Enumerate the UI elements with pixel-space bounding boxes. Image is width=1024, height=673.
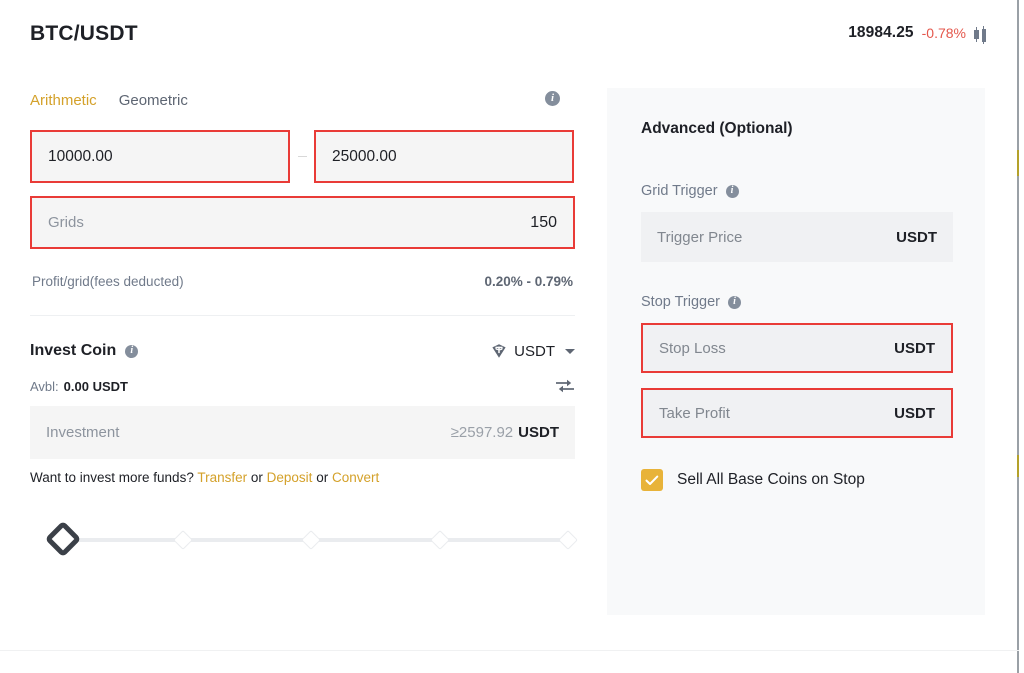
grid-mode-tabs: Arithmetic Geometric i [30,86,575,114]
range-separator [290,156,314,157]
grid-mode-info-icon[interactable]: i [545,91,560,106]
grid-trigger-label-row: Grid Trigger i [641,183,739,199]
upper-price-value: 25000.00 [332,147,397,165]
more-funds-text: Want to invest more funds? [30,470,194,485]
right-edge-rail [1017,0,1019,673]
slider-tick-75[interactable] [430,530,450,550]
lower-price-value: 10000.00 [48,147,113,165]
grids-input[interactable]: Grids 150 [30,196,575,249]
or-separator-1: or [250,470,263,485]
price-block: 18984.25 -0.78% [848,24,986,44]
sell-all-base-coins-row[interactable]: Sell All Base Coins on Stop [641,469,865,491]
bottom-divider [0,650,1019,651]
investment-slider[interactable] [30,520,578,558]
available-balance-row: Avbl: 0.00 USDT [30,378,575,394]
page-title: BTC/USDT [30,22,138,45]
investment-minimum: ≥2597.92 [450,424,514,441]
upper-price-input[interactable]: 25000.00 [314,130,574,183]
coin-select[interactable]: USDT [491,343,575,360]
profit-per-grid-value: 0.20% - 0.79% [484,274,573,289]
slider-tick-25[interactable] [173,530,193,550]
check-icon [645,475,659,485]
lower-price-input[interactable]: 10000.00 [30,130,290,183]
swap-icon[interactable] [555,378,575,394]
section-divider [30,315,575,316]
stop-loss-placeholder: Stop Loss [659,339,726,357]
grid-trading-panel: BTC/USDT 18984.25 -0.78% Arithmetic Geom… [0,0,1024,673]
stop-trigger-label-row: Stop Trigger i [641,294,741,310]
deposit-link[interactable]: Deposit [267,470,313,485]
last-price: 18984.25 [848,24,914,41]
investment-input[interactable]: Investment ≥2597.92 USDT [30,406,575,459]
available-label: Avbl: [30,378,59,394]
grid-trigger-info-icon[interactable]: i [725,184,739,198]
sell-all-checkbox[interactable] [641,469,663,491]
stop-trigger-info-icon[interactable]: i [728,295,741,309]
or-separator-2: or [316,470,329,485]
invest-coin-info-icon[interactable]: i [125,344,139,358]
take-profit-input[interactable]: Take Profit USDT [641,388,953,438]
take-profit-placeholder: Take Profit [659,404,730,422]
grid-trigger-label: Grid Trigger [641,183,718,199]
header: BTC/USDT 18984.25 -0.78% [0,0,1024,66]
advanced-panel: Advanced (Optional) Grid Trigger i Trigg… [607,88,985,615]
selected-coin: USDT [514,342,555,360]
investment-unit: USDT [518,424,559,441]
more-funds-row: Want to invest more funds? Transfer or D… [30,470,575,485]
tether-icon [492,344,506,358]
trigger-price-placeholder: Trigger Price [657,228,743,246]
candlestick-icon[interactable] [974,25,986,44]
price-range-row: 10000.00 25000.00 [30,130,575,183]
grids-value: 150 [530,213,557,231]
chevron-down-icon [565,348,575,354]
investment-placeholder: Investment [46,424,120,441]
invest-coin-header: Invest Coin i USDT [30,342,575,360]
tab-geometric[interactable]: Geometric [119,92,188,109]
stop-trigger-label: Stop Trigger [641,294,720,310]
stop-loss-input[interactable]: Stop Loss USDT [641,323,953,373]
profit-per-grid-row: Profit/grid(fees deducted) 0.20% - 0.79% [30,274,575,289]
right-edge-accent-top [1017,150,1019,176]
slider-tick-100[interactable] [558,530,578,550]
tab-arithmetic[interactable]: Arithmetic [30,92,97,109]
available-value: 0.00 USDT [63,378,128,394]
slider-tick-50[interactable] [301,530,321,550]
take-profit-unit: USDT [894,404,935,422]
grids-placeholder: Grids [48,214,84,231]
trigger-price-unit: USDT [896,228,937,246]
invest-coin-title: Invest Coin [30,342,117,359]
stop-loss-unit: USDT [894,339,935,357]
trigger-price-input[interactable]: Trigger Price USDT [641,212,953,262]
right-edge-accent-bottom [1017,455,1019,477]
grid-config-column: Arithmetic Geometric i 10000.00 25000.00… [30,86,578,558]
profit-per-grid-label: Profit/grid(fees deducted) [32,274,184,289]
sell-all-label: Sell All Base Coins on Stop [677,471,865,488]
transfer-link[interactable]: Transfer [197,470,247,485]
price-change-badge: -0.78% [921,25,966,41]
convert-link[interactable]: Convert [332,470,379,485]
advanced-panel-title: Advanced (Optional) [641,120,793,137]
slider-handle[interactable] [44,520,82,558]
